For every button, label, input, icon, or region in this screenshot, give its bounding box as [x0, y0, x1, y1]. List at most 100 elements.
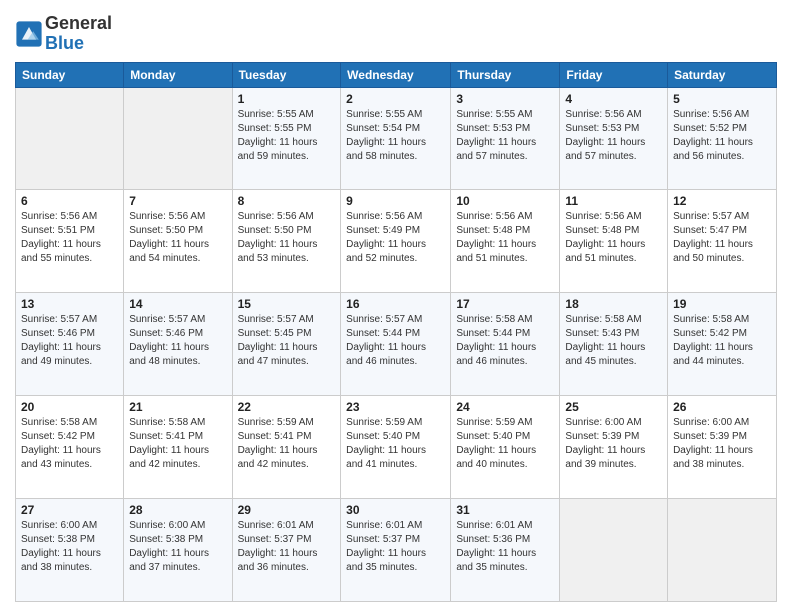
calendar-week-row: 20 Sunrise: 5:58 AM Sunset: 5:42 PM Dayli…	[16, 396, 777, 499]
day-info: Sunrise: 5:58 AM Sunset: 5:43 PM Dayligh…	[565, 313, 662, 369]
calendar-cell	[668, 499, 777, 602]
calendar-cell: 17 Sunrise: 5:58 AM Sunset: 5:44 PM Dayli…	[451, 293, 560, 396]
day-number: 5	[673, 92, 771, 106]
calendar-cell: 21 Sunrise: 5:58 AM Sunset: 5:41 PM Dayli…	[124, 396, 232, 499]
day-number: 25	[565, 400, 662, 414]
day-info: Sunrise: 5:55 AM Sunset: 5:54 PM Dayligh…	[346, 108, 445, 164]
header: General Blue	[15, 10, 777, 54]
calendar-cell: 11 Sunrise: 5:56 AM Sunset: 5:48 PM Dayli…	[560, 190, 668, 293]
day-info: Sunrise: 5:56 AM Sunset: 5:49 PM Dayligh…	[346, 210, 445, 266]
day-number: 2	[346, 92, 445, 106]
calendar-cell: 2 Sunrise: 5:55 AM Sunset: 5:54 PM Daylig…	[341, 87, 451, 190]
calendar-cell	[124, 87, 232, 190]
calendar-cell: 7 Sunrise: 5:56 AM Sunset: 5:50 PM Daylig…	[124, 190, 232, 293]
day-info: Sunrise: 5:58 AM Sunset: 5:41 PM Dayligh…	[129, 416, 226, 472]
calendar-cell: 9Sunrise: 5:56 AM Sunset: 5:49 PM Daylig…	[341, 190, 451, 293]
calendar-day-header: Sunday	[16, 62, 124, 87]
day-number: 7	[129, 194, 226, 208]
day-number: 10	[456, 194, 554, 208]
calendar-cell: 8 Sunrise: 5:56 AM Sunset: 5:50 PM Daylig…	[232, 190, 341, 293]
calendar-header-row: SundayMondayTuesdayWednesdayThursdayFrid…	[16, 62, 777, 87]
day-number: 8	[238, 194, 336, 208]
day-info: Sunrise: 5:57 AM Sunset: 5:47 PM Dayligh…	[673, 210, 771, 266]
day-info: Sunrise: 6:00 AM Sunset: 5:38 PM Dayligh…	[129, 519, 226, 575]
day-number: 17	[456, 297, 554, 311]
calendar-cell: 16 Sunrise: 5:57 AM Sunset: 5:44 PM Dayli…	[341, 293, 451, 396]
day-number: 12	[673, 194, 771, 208]
page: General Blue SundayMondayTuesdayWednesda…	[0, 0, 792, 612]
day-number: 24	[456, 400, 554, 414]
day-info: Sunrise: 5:56 AM Sunset: 5:48 PM Dayligh…	[456, 210, 554, 266]
calendar-cell	[560, 499, 668, 602]
day-number: 16	[346, 297, 445, 311]
calendar-cell: 29 Sunrise: 6:01 AM Sunset: 5:37 PM Dayli…	[232, 499, 341, 602]
calendar-cell: 15 Sunrise: 5:57 AM Sunset: 5:45 PM Dayli…	[232, 293, 341, 396]
calendar-cell: 20 Sunrise: 5:58 AM Sunset: 5:42 PM Dayli…	[16, 396, 124, 499]
day-number: 22	[238, 400, 336, 414]
day-number: 21	[129, 400, 226, 414]
calendar-week-row: 27Sunrise: 6:00 AM Sunset: 5:38 PM Dayli…	[16, 499, 777, 602]
day-info: Sunrise: 5:56 AM Sunset: 5:50 PM Dayligh…	[238, 210, 336, 266]
day-info: Sunrise: 5:59 AM Sunset: 5:40 PM Dayligh…	[346, 416, 445, 472]
calendar-cell: 6 Sunrise: 5:56 AM Sunset: 5:51 PM Daylig…	[16, 190, 124, 293]
calendar-cell: 3 Sunrise: 5:55 AM Sunset: 5:53 PM Daylig…	[451, 87, 560, 190]
calendar-cell: 28 Sunrise: 6:00 AM Sunset: 5:38 PM Dayli…	[124, 499, 232, 602]
calendar-cell: 18 Sunrise: 5:58 AM Sunset: 5:43 PM Dayli…	[560, 293, 668, 396]
day-info: Sunrise: 6:00 AM Sunset: 5:39 PM Dayligh…	[673, 416, 771, 472]
day-info: Sunrise: 6:01 AM Sunset: 5:36 PM Dayligh…	[456, 519, 554, 575]
day-number: 15	[238, 297, 336, 311]
day-info: Sunrise: 5:56 AM Sunset: 5:50 PM Dayligh…	[129, 210, 226, 266]
day-number: 1	[238, 92, 336, 106]
calendar-cell: 19Sunrise: 5:58 AM Sunset: 5:42 PM Dayli…	[668, 293, 777, 396]
calendar-cell: 30 Sunrise: 6:01 AM Sunset: 5:37 PM Dayli…	[341, 499, 451, 602]
calendar-cell: 27Sunrise: 6:00 AM Sunset: 5:38 PM Dayli…	[16, 499, 124, 602]
day-info: Sunrise: 5:55 AM Sunset: 5:53 PM Dayligh…	[456, 108, 554, 164]
calendar-cell: 13Sunrise: 5:57 AM Sunset: 5:46 PM Dayli…	[16, 293, 124, 396]
calendar-cell	[16, 87, 124, 190]
day-info: Sunrise: 5:56 AM Sunset: 5:52 PM Dayligh…	[673, 108, 771, 164]
day-number: 23	[346, 400, 445, 414]
day-number: 18	[565, 297, 662, 311]
calendar-cell: 12 Sunrise: 5:57 AM Sunset: 5:47 PM Dayli…	[668, 190, 777, 293]
day-info: Sunrise: 6:01 AM Sunset: 5:37 PM Dayligh…	[238, 519, 336, 575]
day-info: Sunrise: 5:57 AM Sunset: 5:46 PM Dayligh…	[129, 313, 226, 369]
day-info: Sunrise: 5:57 AM Sunset: 5:46 PM Dayligh…	[21, 313, 118, 369]
day-number: 11	[565, 194, 662, 208]
day-number: 28	[129, 503, 226, 517]
calendar: SundayMondayTuesdayWednesdayThursdayFrid…	[15, 62, 777, 602]
day-info: Sunrise: 5:58 AM Sunset: 5:44 PM Dayligh…	[456, 313, 554, 369]
day-info: Sunrise: 5:57 AM Sunset: 5:45 PM Dayligh…	[238, 313, 336, 369]
calendar-cell: 1Sunrise: 5:55 AM Sunset: 5:55 PM Daylig…	[232, 87, 341, 190]
day-info: Sunrise: 5:59 AM Sunset: 5:40 PM Dayligh…	[456, 416, 554, 472]
day-info: Sunrise: 5:56 AM Sunset: 5:48 PM Dayligh…	[565, 210, 662, 266]
day-info: Sunrise: 5:58 AM Sunset: 5:42 PM Dayligh…	[673, 313, 771, 369]
day-info: Sunrise: 5:57 AM Sunset: 5:44 PM Dayligh…	[346, 313, 445, 369]
day-info: Sunrise: 6:00 AM Sunset: 5:39 PM Dayligh…	[565, 416, 662, 472]
day-number: 6	[21, 194, 118, 208]
day-number: 29	[238, 503, 336, 517]
day-info: Sunrise: 6:01 AM Sunset: 5:37 PM Dayligh…	[346, 519, 445, 575]
calendar-week-row: 13Sunrise: 5:57 AM Sunset: 5:46 PM Dayli…	[16, 293, 777, 396]
logo: General Blue	[15, 14, 112, 54]
calendar-cell: 26 Sunrise: 6:00 AM Sunset: 5:39 PM Dayli…	[668, 396, 777, 499]
calendar-cell: 22 Sunrise: 5:59 AM Sunset: 5:41 PM Dayli…	[232, 396, 341, 499]
day-number: 26	[673, 400, 771, 414]
day-number: 30	[346, 503, 445, 517]
calendar-cell: 25 Sunrise: 6:00 AM Sunset: 5:39 PM Dayli…	[560, 396, 668, 499]
calendar-cell: 31 Sunrise: 6:01 AM Sunset: 5:36 PM Dayli…	[451, 499, 560, 602]
day-number: 3	[456, 92, 554, 106]
day-info: Sunrise: 5:56 AM Sunset: 5:51 PM Dayligh…	[21, 210, 118, 266]
day-number: 31	[456, 503, 554, 517]
day-info: Sunrise: 5:56 AM Sunset: 5:53 PM Dayligh…	[565, 108, 662, 164]
calendar-day-header: Thursday	[451, 62, 560, 87]
calendar-cell: 4 Sunrise: 5:56 AM Sunset: 5:53 PM Daylig…	[560, 87, 668, 190]
calendar-cell: 24 Sunrise: 5:59 AM Sunset: 5:40 PM Dayli…	[451, 396, 560, 499]
day-number: 4	[565, 92, 662, 106]
logo-icon	[15, 20, 43, 48]
day-number: 20	[21, 400, 118, 414]
day-info: Sunrise: 5:58 AM Sunset: 5:42 PM Dayligh…	[21, 416, 118, 472]
calendar-day-header: Monday	[124, 62, 232, 87]
day-number: 14	[129, 297, 226, 311]
day-info: Sunrise: 5:59 AM Sunset: 5:41 PM Dayligh…	[238, 416, 336, 472]
day-info: Sunrise: 6:00 AM Sunset: 5:38 PM Dayligh…	[21, 519, 118, 575]
